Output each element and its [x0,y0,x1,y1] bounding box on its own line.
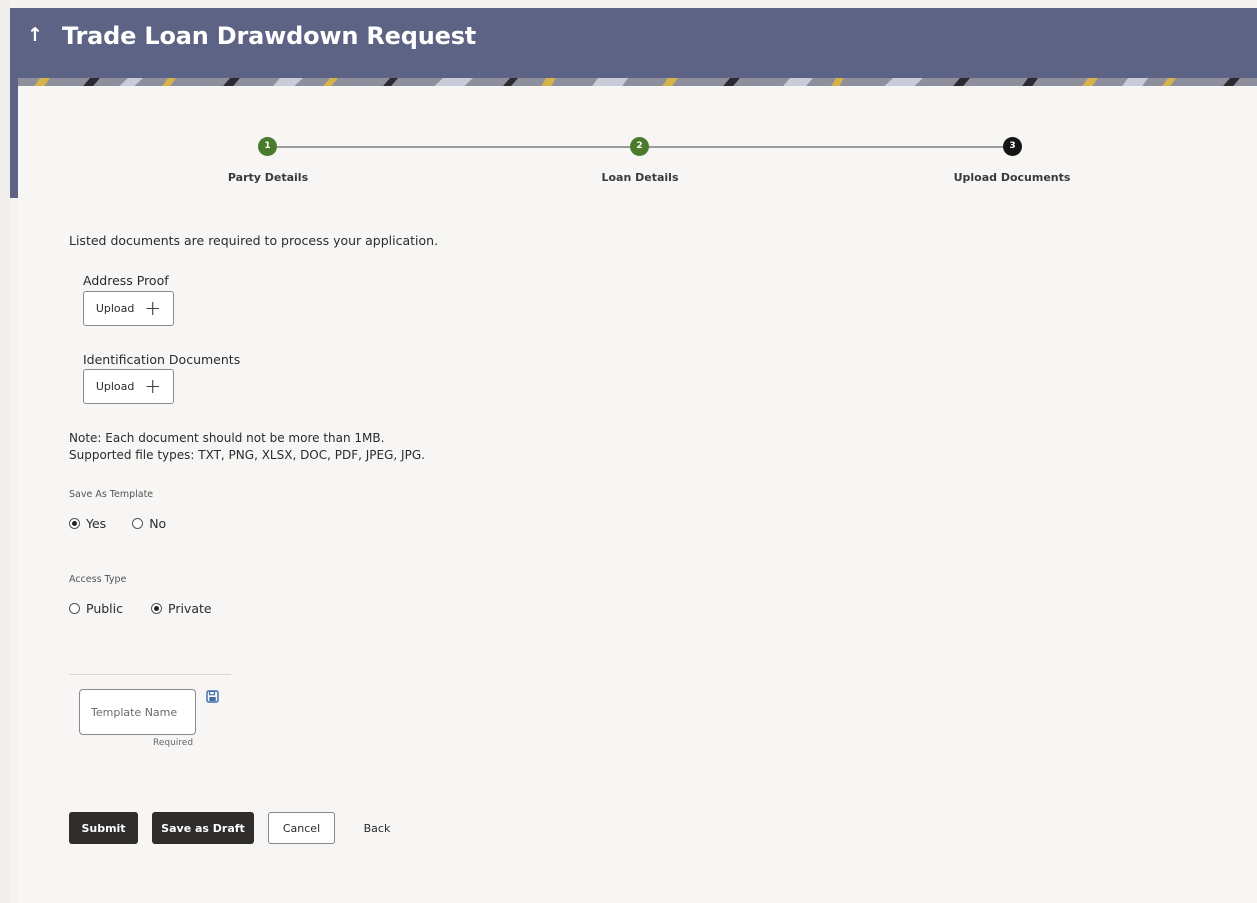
file-size-note: Note: Each document should not be more t… [69,431,385,445]
required-hint: Required [153,738,194,748]
address-proof-label: Address Proof [83,273,169,288]
back-button[interactable]: Back [352,812,402,844]
save-template-yes-option[interactable]: Yes [69,516,106,531]
radio-label: Yes [86,516,107,531]
save-as-draft-button[interactable]: Save as Draft [152,812,254,844]
form-card [18,86,1257,903]
radio-label: No [149,516,167,531]
documents-intro-text: Listed documents are required to process… [69,233,439,248]
template-name-input[interactable] [79,689,196,735]
radio-unselected-icon[interactable] [132,518,144,529]
step-1-label: Party Details [227,171,309,184]
access-type-radio-group: Public Private [69,601,212,616]
step-3-label: Upload Documents [953,171,1071,184]
page-title: Trade Loan Drawdown Request [62,22,477,50]
step-1-indicator: 1 [258,137,277,156]
save-as-template-label: Save As Template [69,489,154,500]
access-type-label: Access Type [69,574,127,585]
plus-icon: + [144,373,162,398]
save-icon[interactable] [206,690,219,703]
stepper-connector [277,146,630,148]
up-arrow-icon[interactable]: ↑ [27,24,43,46]
access-public-option[interactable]: Public [69,601,123,616]
plus-icon: + [144,295,162,320]
save-template-no-option[interactable]: No [132,516,166,531]
radio-label: Private [168,601,212,616]
file-types-note: Supported file types: TXT, PNG, XLSX, DO… [69,448,425,462]
step-2-label: Loan Details [601,171,679,184]
radio-label: Public [86,601,123,616]
left-edge-strip [0,0,10,903]
access-private-option[interactable]: Private [151,601,212,616]
identification-documents-upload-button[interactable]: Upload + [83,369,174,404]
step-2-indicator: 2 [630,137,649,156]
radio-unselected-icon[interactable] [69,603,80,614]
save-as-template-radio-group: Yes No [69,516,166,531]
section-divider [69,674,231,675]
address-proof-upload-button[interactable]: Upload + [83,291,174,326]
radio-selected-icon[interactable] [151,603,162,614]
identification-documents-label: Identification Documents [83,352,241,367]
upload-button-label: Upload [95,302,135,315]
radio-selected-icon[interactable] [69,518,80,529]
step-3-indicator: 3 [1003,137,1022,156]
cancel-button[interactable]: Cancel [268,812,335,844]
upload-button-label: Upload [95,380,135,393]
submit-button[interactable]: Submit [69,812,138,844]
stepper-connector [648,146,1004,148]
